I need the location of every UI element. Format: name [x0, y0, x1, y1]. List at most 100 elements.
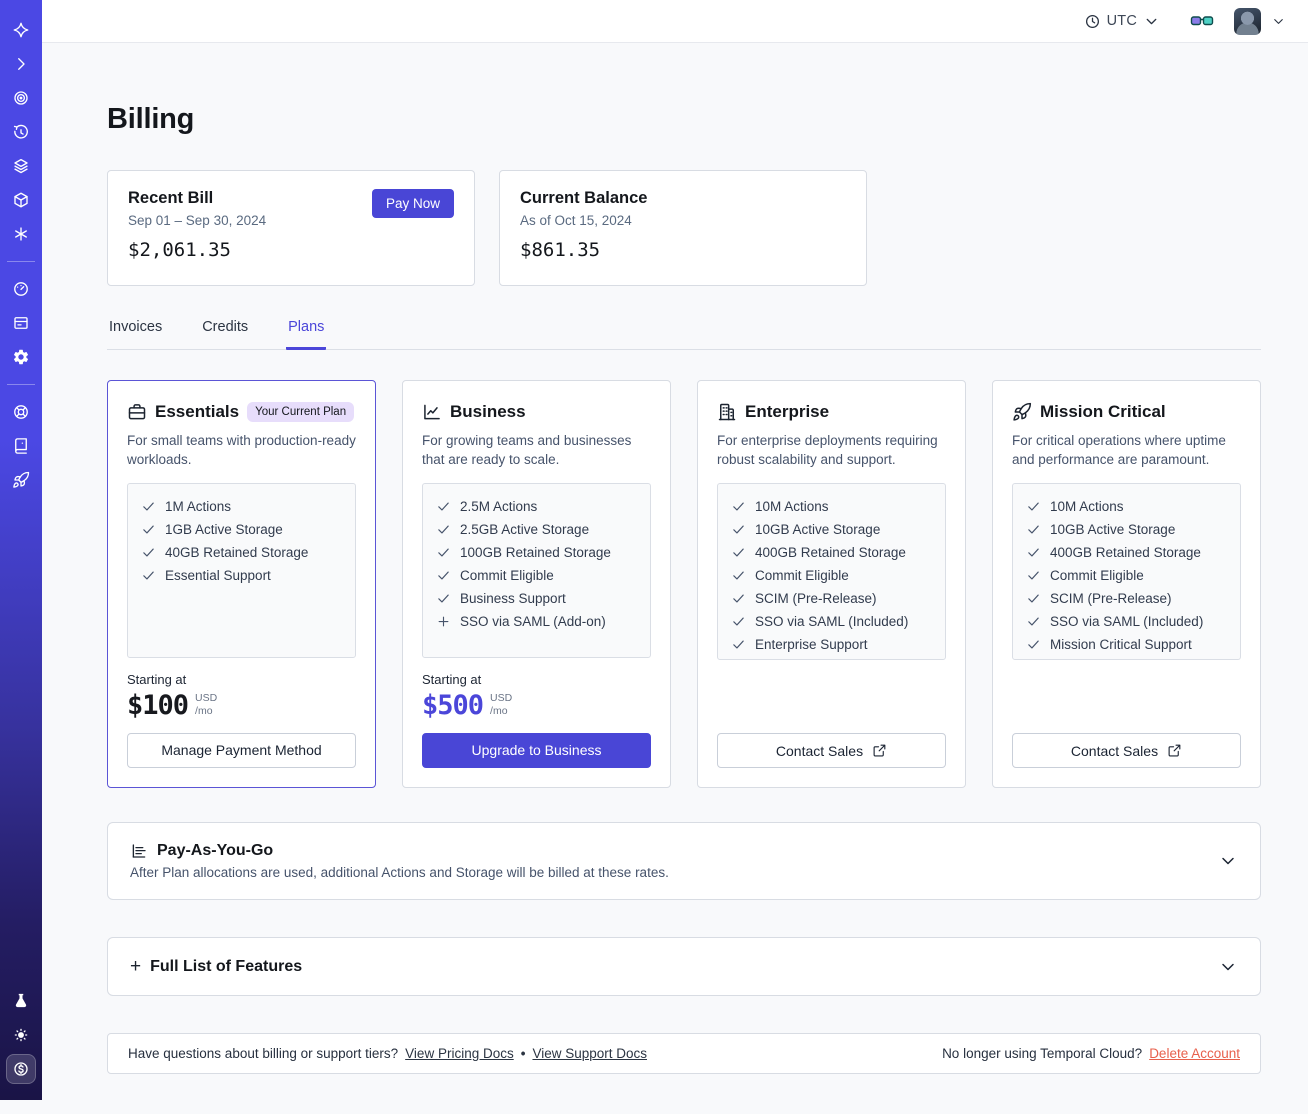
gauge-icon: [12, 280, 30, 298]
feature-label: 1GB Active Storage: [165, 522, 283, 537]
check: [731, 545, 746, 560]
sidebar-item-dollar-coin[interactable]: [6, 1054, 36, 1084]
business-action-button[interactable]: Upgrade to Business: [422, 732, 651, 769]
pay-now-button[interactable]: Pay Now: [371, 189, 454, 218]
feature-label: 10GB Active Storage: [1050, 522, 1176, 537]
check: [1026, 545, 1041, 560]
topbar: UTC: [42, 0, 1308, 43]
footer-right-question: No longer using Temporal Cloud?: [942, 1046, 1143, 1061]
feature-label: 40GB Retained Storage: [165, 545, 309, 560]
sidebar-divider: [7, 384, 35, 385]
building-icon: [717, 402, 737, 422]
plan-feature: Mission Critical Support: [1026, 637, 1227, 652]
plan-feature-box: 10M Actions 10GB Active Storage 400GB Reta…: [1012, 483, 1241, 660]
plan-feature: 100GB Retained Storage: [436, 545, 637, 560]
sidebar-item-layers[interactable]: [6, 151, 36, 181]
tab-invoices[interactable]: Invoices: [107, 310, 164, 350]
check: [436, 522, 451, 537]
check: [731, 637, 746, 652]
delete-account-link[interactable]: Delete Account: [1149, 1046, 1240, 1061]
external-link-icon: [1167, 743, 1182, 758]
sidebar-item-rocket[interactable]: [6, 465, 36, 495]
view-pricing-docs-link[interactable]: View Pricing Docs: [405, 1046, 514, 1061]
tab-plans[interactable]: Plans: [286, 310, 327, 350]
plan-feature: SCIM (Pre-Release): [1026, 591, 1227, 606]
chevron-down-icon: [1143, 13, 1160, 30]
feature-label: SCIM (Pre-Release): [755, 591, 877, 606]
plan-feature: SSO via SAML (Included): [1026, 614, 1227, 629]
plan-card-mission-critical: Mission Critical For critical operations …: [992, 380, 1261, 788]
tab-credits[interactable]: Credits: [200, 310, 250, 350]
sidebar: [0, 0, 42, 1100]
glasses-icon[interactable]: [1190, 9, 1214, 33]
footer-separator: •: [520, 1046, 526, 1061]
rocket-icon: [12, 471, 30, 489]
plan-price-area: [717, 674, 946, 733]
pay-as-you-go-accordion[interactable]: Pay-As-You-Go After Plan allocations are…: [107, 822, 1261, 900]
feature-label: 1M Actions: [165, 499, 232, 514]
footer-docs: Have questions about billing or support …: [128, 1046, 647, 1061]
button-label: Contact Sales: [1070, 742, 1159, 759]
sidebar-item-lifebuoy[interactable]: [6, 397, 36, 427]
check: [436, 545, 451, 560]
check: [731, 614, 746, 629]
gear-icon: [12, 348, 30, 366]
essentials-action-button[interactable]: Manage Payment Method: [127, 732, 356, 769]
feature-label: Commit Eligible: [460, 568, 554, 583]
chevron-right-icon: [12, 55, 30, 73]
chevron-down-icon[interactable]: [1271, 14, 1286, 29]
sidebar-item-asterisk[interactable]: [6, 219, 36, 249]
feature-label: SSO via SAML (Included): [1050, 614, 1204, 629]
view-support-docs-link[interactable]: View Support Docs: [532, 1046, 647, 1061]
sidebar-item-temporal-logo[interactable]: [6, 15, 36, 45]
current-balance-as-of: As of Oct 15, 2024: [520, 213, 632, 228]
price-currency: USD: [490, 692, 513, 705]
enterprise-action-button[interactable]: Contact Sales: [717, 733, 946, 768]
feature-label: 2.5M Actions: [460, 499, 538, 514]
plan-feature: Business Support: [436, 591, 637, 606]
plan-feature: 400GB Retained Storage: [1026, 545, 1227, 560]
chart-icon: [422, 402, 442, 422]
check: [1026, 637, 1041, 652]
temporal-logo-icon: [12, 21, 30, 39]
plan-price-area: [1012, 674, 1241, 733]
sidebar-item-flask[interactable]: [6, 986, 36, 1016]
sidebar-item-target[interactable]: [6, 83, 36, 113]
feature-label: 10GB Active Storage: [755, 522, 881, 537]
sidebar-item-panel[interactable]: [6, 308, 36, 338]
current-balance-title: Current Balance: [520, 189, 648, 207]
sidebar-item-sun[interactable]: [6, 1020, 36, 1050]
plan-feature: 40GB Retained Storage: [141, 545, 342, 560]
plan-feature: SCIM (Pre-Release): [731, 591, 932, 606]
sidebar-item-cube[interactable]: [6, 185, 36, 215]
sun-icon: [12, 1026, 30, 1044]
feature-label: 400GB Retained Storage: [755, 545, 906, 560]
sidebar-item-timer[interactable]: [6, 117, 36, 147]
mission-critical-action-button[interactable]: Contact Sales: [1012, 733, 1241, 768]
feature-label: Commit Eligible: [1050, 568, 1144, 583]
feature-label: SCIM (Pre-Release): [1050, 591, 1172, 606]
feature-label: 100GB Retained Storage: [460, 545, 611, 560]
full-features-accordion[interactable]: + Full List of Features: [107, 937, 1261, 996]
plus-icon: +: [130, 956, 142, 977]
sidebar-item-gauge[interactable]: [6, 274, 36, 304]
plan-feature: SSO via SAML (Add-on): [436, 614, 637, 629]
avatar[interactable]: [1234, 7, 1261, 35]
feature-label: 10M Actions: [1050, 499, 1124, 514]
sidebar-item-gear[interactable]: [6, 342, 36, 372]
timer-icon: [12, 123, 30, 141]
plan-header: Business: [422, 400, 651, 424]
plan-feature: Enterprise Support: [731, 637, 932, 652]
external-link-icon: [872, 743, 887, 758]
feature-label: Enterprise Support: [755, 637, 868, 652]
clock-icon: [1084, 13, 1101, 30]
sidebar-item-book[interactable]: [6, 431, 36, 461]
sidebar-item-chevron-right[interactable]: [6, 49, 36, 79]
panel-icon: [12, 314, 30, 332]
button-label: Manage Payment Method: [161, 742, 322, 759]
check: [1026, 614, 1041, 629]
plan-name: Enterprise: [745, 402, 830, 421]
recent-bill-card: Recent Bill Sep 01 – Sep 30, 2024 $2,061…: [107, 170, 475, 286]
timezone-label: UTC: [1106, 13, 1137, 29]
timezone-selector[interactable]: UTC: [1084, 13, 1160, 30]
